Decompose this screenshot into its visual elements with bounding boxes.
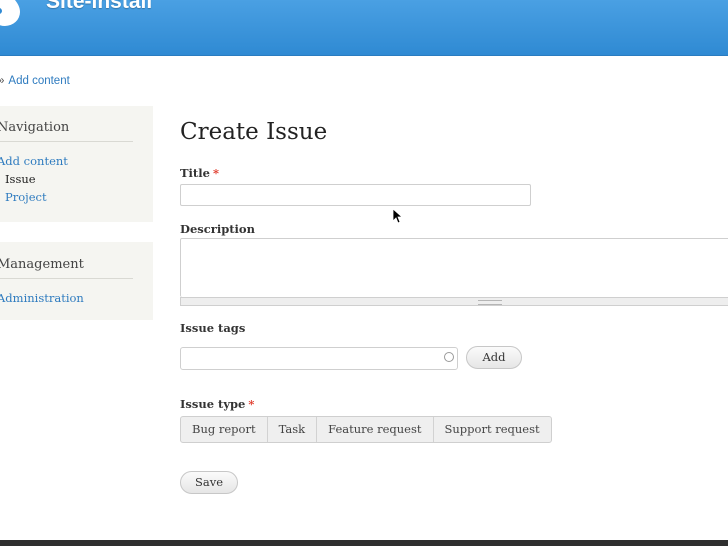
site-header: Site-install [0,0,728,56]
description-label-text: Description [180,222,255,236]
sidebar-item-project[interactable]: Project [0,188,153,206]
textarea-resize-handle[interactable] [180,297,728,306]
sidebar-item-label[interactable]: Administration [0,291,84,305]
sidebar-item-administration[interactable]: Administration [0,289,153,307]
breadcrumb: » Add content [0,75,70,87]
navigation-menu: Add content Issue Project [0,142,153,206]
issue-type-label: Issue type * [180,397,254,411]
issue-type-option-support-request[interactable]: Support request [434,417,551,442]
site-name[interactable]: Site-install [46,0,152,14]
issue-tags-input[interactable] [180,347,458,370]
add-tag-button[interactable]: Add [466,346,522,369]
required-marker: * [248,397,255,411]
breadcrumb-separator: » [0,75,4,87]
title-input[interactable] [180,184,531,206]
navigation-block: Navigation Add content Issue Project [0,106,153,222]
issue-type-selector: Bug report Task Feature request Support … [180,416,552,443]
issue-type-label-text: Issue type [180,397,246,411]
description-textarea[interactable] [180,238,728,297]
breadcrumb-add-content-link[interactable]: Add content [8,75,69,87]
drupal-drop-icon[interactable] [0,0,22,26]
issue-type-option-bug-report[interactable]: Bug report [181,417,268,442]
title-label: Title * [180,166,219,180]
navigation-block-title: Navigation [0,106,133,142]
autocomplete-throbber-icon [444,352,454,362]
issue-type-option-feature-request[interactable]: Feature request [317,417,434,442]
issue-tags-label: Issue tags [180,321,245,335]
management-block-title: Management [0,242,133,279]
required-marker: * [212,166,219,180]
issue-type-option-task[interactable]: Task [268,417,318,442]
sidebar-item-label[interactable]: Add content [0,154,68,168]
sidebar-item-label[interactable]: Project [5,190,47,204]
sidebar-item-label[interactable]: Issue [5,172,36,186]
page-title: Create Issue [180,119,328,145]
sidebar-item-add-content[interactable]: Add content [0,152,153,170]
description-label: Description [180,222,255,236]
management-menu: Administration [0,279,153,307]
bottom-bar [0,540,728,546]
management-block: Management Administration [0,242,153,320]
mouse-cursor-icon [392,208,402,224]
save-button[interactable]: Save [180,471,238,494]
title-label-text: Title [180,166,210,180]
issue-tags-label-text: Issue tags [180,321,246,335]
sidebar-item-issue[interactable]: Issue [0,170,153,188]
